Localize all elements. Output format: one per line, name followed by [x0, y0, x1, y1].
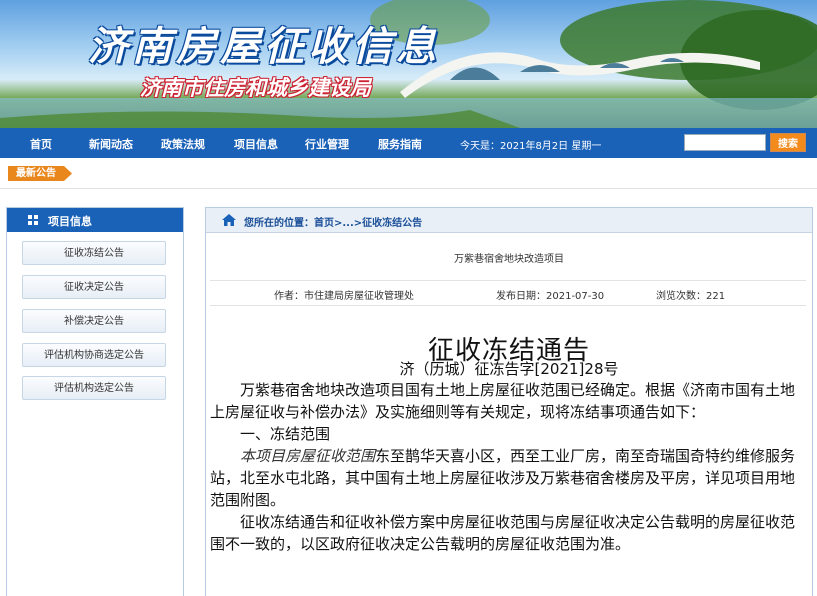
document-number: 济（历城）征冻告字[2021]28号 [399, 360, 619, 378]
breadcrumb-prefix: 您所在的位置： [244, 218, 314, 229]
nav-projects[interactable]: 项目信息 [234, 136, 278, 152]
nav-policy[interactable]: 政策法规 [161, 136, 205, 152]
sidebar-item-compensation-notice[interactable]: 补偿决定公告 [22, 309, 166, 333]
main-nav: 首页 新闻动态 政策法规 项目信息 行业管理 服务指南 今天是：2021年8月2… [0, 128, 817, 158]
nav-industry[interactable]: 行业管理 [305, 136, 349, 152]
site-banner: 济南房屋征收信息 济南市住房和城乡建设局 [0, 0, 817, 128]
sidebar-item-appraisal-negotiation[interactable]: 评估机构协商选定公告 [22, 343, 166, 367]
article-views: 浏览次数：221 [656, 291, 726, 302]
article-paragraph: 万紫巷宿舍地块改造项目国有土地上房屋征收范围已经确定。根据《济南市国有土地上房屋… [210, 381, 796, 421]
article-author: 作者：市住建局房屋征收管理处 [274, 291, 414, 302]
sidebar-item-appraisal-selection[interactable]: 评估机构选定公告 [22, 376, 166, 400]
article-body: 万紫巷宿舍地块改造项目国有土地上房屋征收范围已经确定。根据《济南市国有土地上房屋… [210, 379, 808, 555]
sidebar-item-freeze-notice[interactable]: 征收冻结公告 [22, 241, 166, 265]
breadcrumb-current[interactable]: 征收冻结公告 [362, 218, 422, 229]
today-date: 今天是：2021年8月2日 星期一 [460, 141, 602, 152]
article-paragraph: 本项目房屋征收范围东至鹊华天喜小区，西至工业厂房，南至奇瑞国奇特约维修服务站，北… [210, 445, 808, 511]
sidebar: 项目信息 征收冻结公告 征收决定公告 补偿决定公告 评估机构协商选定公告 评估机… [6, 207, 184, 596]
nav-home[interactable]: 首页 [30, 136, 52, 152]
grid-icon [28, 215, 39, 226]
article-paragraph: 征收冻结通告和征收补偿方案中房屋征收范围与房屋征收决定公告载明的房屋征收范围不一… [210, 513, 796, 553]
sidebar-header: 项目信息 [7, 208, 183, 232]
project-name: 万紫巷宿舍地块改造项目 [454, 254, 564, 265]
latest-notice-bar: 最新公告 [0, 158, 817, 189]
scope-lead-text: 本项目房屋征收范围 [240, 447, 376, 465]
breadcrumb-separator: >...> [334, 218, 363, 229]
search-input[interactable] [684, 134, 766, 151]
sidebar-item-decision-notice[interactable]: 征收决定公告 [22, 275, 166, 299]
breadcrumb: 您所在的位置：首页>...>征收冻结公告 [206, 208, 812, 233]
article-date: 发布日期：2021-07-30 [496, 291, 605, 302]
nav-news[interactable]: 新闻动态 [89, 136, 133, 152]
article-meta: 作者：市住建局房屋征收管理处 发布日期：2021-07-30 浏览次数：221 [210, 280, 806, 306]
home-icon [222, 214, 236, 226]
sidebar-title: 项目信息 [48, 215, 92, 228]
site-subtitle: 济南市住房和城乡建设局 [140, 75, 371, 100]
latest-notice-tag: 最新公告 [8, 166, 72, 181]
breadcrumb-home-link[interactable]: 首页 [314, 218, 334, 229]
article-panel: 您所在的位置：首页>...>征收冻结公告 万紫巷宿舍地块改造项目 作者：市住建局… [205, 207, 813, 596]
search-button[interactable]: 搜索 [770, 133, 806, 152]
section-heading: 一、冻结范围 [240, 425, 331, 443]
site-title: 济南房屋征收信息 [88, 23, 440, 70]
nav-service[interactable]: 服务指南 [378, 136, 422, 152]
